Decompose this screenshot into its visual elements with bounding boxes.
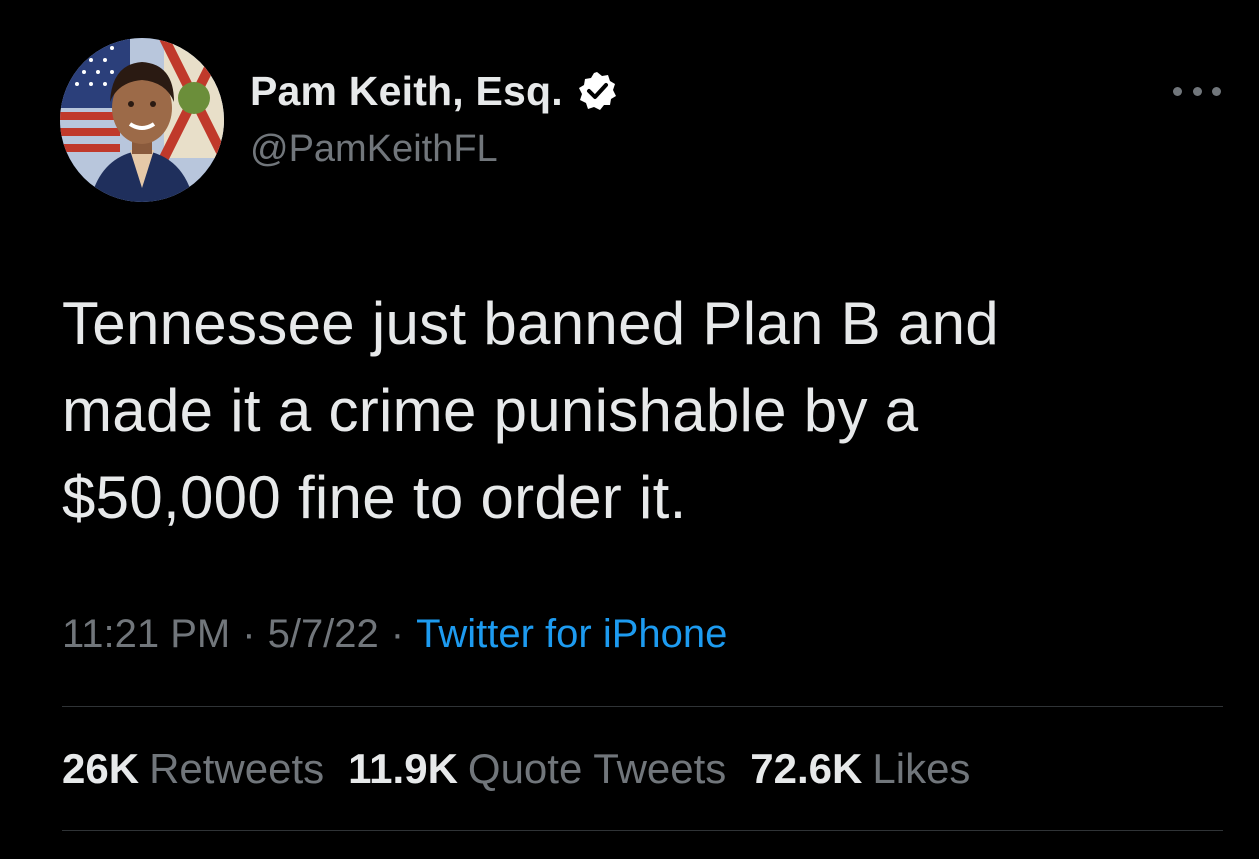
likes-label: Likes <box>872 745 971 792</box>
quote-tweets-count: 11.9K <box>348 745 458 792</box>
author-name-row: Pam Keith, Esq. <box>250 66 617 116</box>
verified-badge-icon <box>577 71 617 111</box>
tweet-date[interactable]: 5/7/22 <box>268 612 379 656</box>
more-dot <box>1192 86 1202 96</box>
likes-count: 72.6K <box>750 745 863 792</box>
retweets-count: 26K <box>62 745 140 792</box>
divider <box>62 830 1223 831</box>
tweet-metadata: 11:21 PM · 5/7/22 · Twitter for iPhone <box>62 612 727 657</box>
meta-separator: · <box>242 612 256 656</box>
more-dot <box>1173 86 1182 96</box>
divider <box>62 706 1223 707</box>
more-dot <box>1212 86 1221 96</box>
author-display-name[interactable]: Pam Keith, Esq. <box>250 68 563 115</box>
tweet-text-line: $50,000 fine to order it. <box>62 464 687 531</box>
tweet-card: Pam Keith, Esq. @PamKeithFL Tennessee ju… <box>0 0 1259 859</box>
tweet-text-line: made it a crime punishable by a <box>62 377 919 444</box>
author-handle[interactable]: @PamKeithFL <box>250 128 617 171</box>
avatar[interactable] <box>60 38 224 202</box>
engagement-stats: 26K Retweets 11.9K Quote Tweets 72.6K Likes <box>62 745 994 793</box>
tweet-time[interactable]: 11:21 PM <box>62 612 230 656</box>
tweet-text-line: Tennessee just banned Plan B and <box>62 290 999 357</box>
author-info: Pam Keith, Esq. @PamKeithFL <box>250 66 617 171</box>
retweets-label: Retweets <box>149 745 325 792</box>
retweets-stat[interactable]: 26K Retweets <box>62 745 324 793</box>
tweet-text: Tennessee just banned Plan B and made it… <box>62 280 1182 541</box>
quote-tweets-label: Quote Tweets <box>467 745 727 792</box>
quote-tweets-stat[interactable]: 11.9K Quote Tweets <box>348 745 726 793</box>
tweet-source-link[interactable]: Twitter for iPhone <box>416 612 727 656</box>
likes-stat[interactable]: 72.6K Likes <box>750 745 970 793</box>
meta-separator: · <box>390 612 405 656</box>
more-options-icon[interactable] <box>1173 84 1221 98</box>
